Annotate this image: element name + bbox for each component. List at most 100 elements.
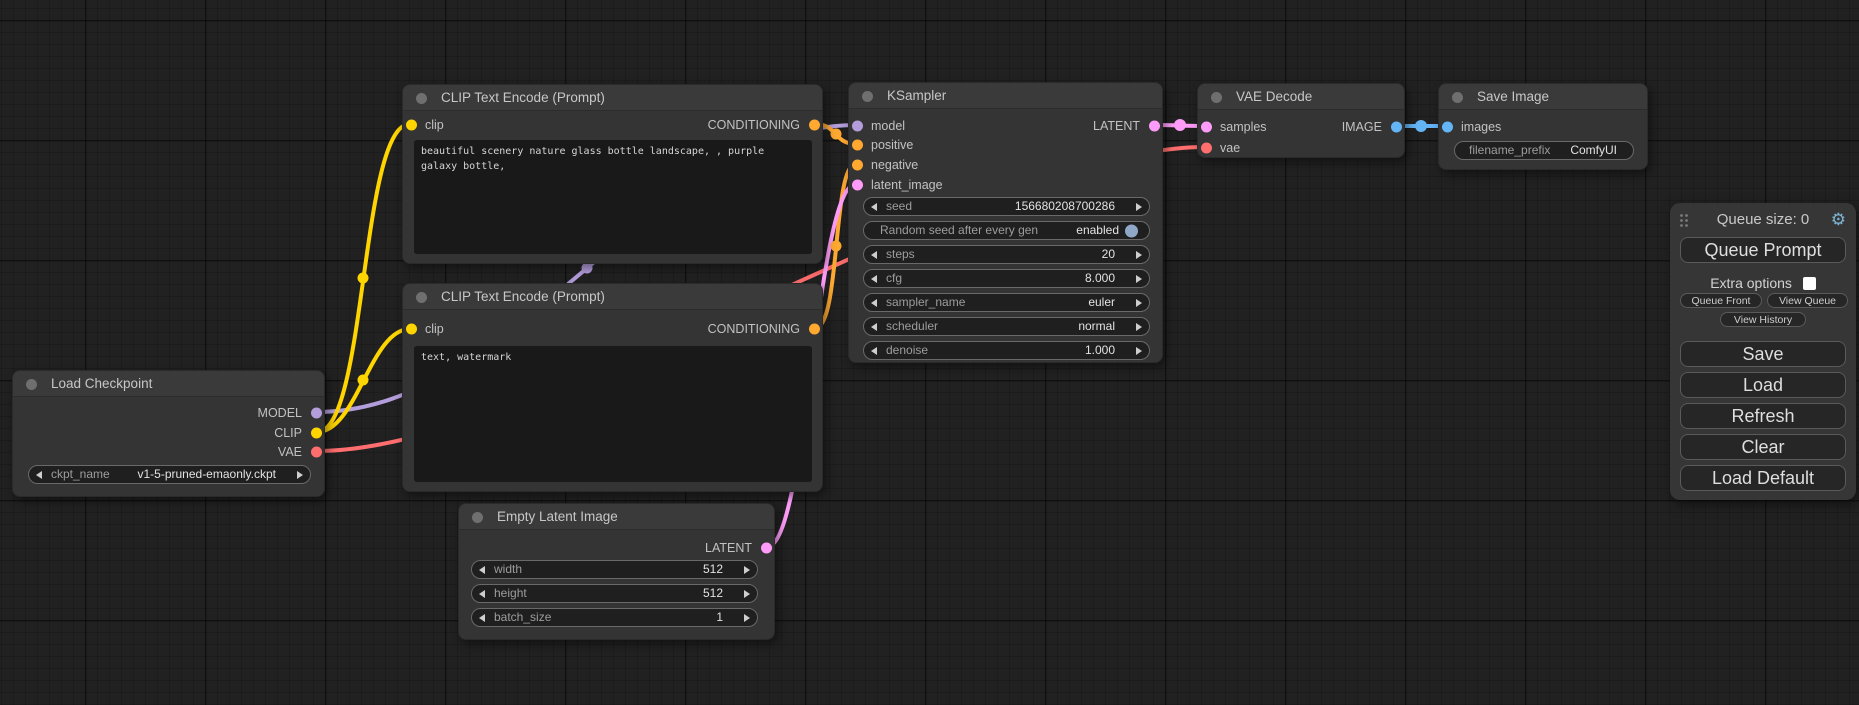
link-dot-image[interactable]: [1415, 120, 1427, 132]
widget-filename-prefix[interactable]: filename_prefix ComfyUI: [1454, 141, 1634, 160]
slot-row: clip CONDITIONING: [403, 319, 822, 339]
widget-seed[interactable]: seed 156680208700286: [863, 197, 1150, 216]
node-title-bar[interactable]: CLIP Text Encode (Prompt): [403, 85, 822, 111]
collapse-dot-icon[interactable]: [416, 292, 427, 303]
refresh-button[interactable]: Refresh: [1680, 403, 1846, 429]
node-clip-text-encode-negative[interactable]: CLIP Text Encode (Prompt) clip CONDITION…: [402, 283, 823, 492]
widget-random-seed-toggle[interactable]: Random seed after every gen enabled: [863, 221, 1150, 240]
node-title-bar[interactable]: KSampler: [849, 83, 1162, 109]
collapse-dot-icon[interactable]: [1211, 92, 1222, 103]
slot-label: clip: [425, 118, 444, 132]
collapse-dot-icon[interactable]: [472, 512, 483, 523]
widget-width[interactable]: width 512: [471, 560, 758, 579]
output-port-clip[interactable]: [311, 428, 322, 439]
widget-value: ComfyUI: [1570, 142, 1617, 159]
input-port-vae[interactable]: [1201, 143, 1212, 154]
node-title-bar[interactable]: Load Checkpoint: [13, 371, 324, 397]
link-dot-clip-positive[interactable]: [358, 273, 369, 284]
output-port-image[interactable]: [1391, 122, 1402, 133]
input-port-positive[interactable]: [852, 140, 863, 151]
node-clip-text-encode-positive[interactable]: CLIP Text Encode (Prompt) clip CONDITION…: [402, 84, 823, 264]
link-dot-latent-out[interactable]: [1174, 119, 1186, 131]
node-load-checkpoint[interactable]: Load Checkpoint MODEL CLIP VAE ckpt_name…: [12, 370, 325, 497]
widget-batch-size[interactable]: batch_size 1: [471, 608, 758, 627]
decrement-arrow-icon[interactable]: [479, 590, 485, 598]
widget-height[interactable]: height 512: [471, 584, 758, 603]
slot-label: positive: [871, 138, 913, 152]
queue-front-button[interactable]: Queue Front: [1680, 293, 1762, 308]
increment-arrow-icon[interactable]: [744, 590, 750, 598]
increment-arrow-icon[interactable]: [1136, 251, 1142, 259]
clear-button[interactable]: Clear: [1680, 434, 1846, 460]
increment-arrow-icon[interactable]: [744, 614, 750, 622]
output-port-model[interactable]: [311, 408, 322, 419]
output-port-latent[interactable]: [1149, 121, 1160, 132]
toggle-enabled-icon[interactable]: [1125, 224, 1138, 237]
increment-arrow-icon[interactable]: [297, 471, 303, 479]
extra-options-checkbox[interactable]: [1803, 277, 1816, 290]
widget-cfg[interactable]: cfg 8.000: [863, 269, 1150, 288]
output-port-conditioning[interactable]: [809, 324, 820, 335]
widget-label: batch_size: [494, 609, 551, 626]
input-port-clip[interactable]: [406, 120, 417, 131]
prompt-textarea[interactable]: beautiful scenery nature glass bottle la…: [414, 140, 812, 254]
decrement-arrow-icon[interactable]: [36, 471, 42, 479]
view-history-button[interactable]: View History: [1720, 312, 1806, 327]
decrement-arrow-icon[interactable]: [871, 251, 877, 259]
input-port-latent-image[interactable]: [852, 180, 863, 191]
widget-steps[interactable]: steps 20: [863, 245, 1150, 264]
decrement-arrow-icon[interactable]: [871, 323, 877, 331]
node-graph-canvas[interactable]: Load Checkpoint MODEL CLIP VAE ckpt_name…: [0, 0, 1859, 705]
output-port-conditioning[interactable]: [809, 120, 820, 131]
link-dot-cond-positive[interactable]: [831, 129, 842, 140]
input-port-model[interactable]: [852, 121, 863, 132]
link-dot-clip-negative[interactable]: [358, 375, 369, 386]
decrement-arrow-icon[interactable]: [871, 275, 877, 283]
node-title-bar[interactable]: CLIP Text Encode (Prompt): [403, 284, 822, 310]
node-title-bar[interactable]: Save Image: [1439, 84, 1647, 110]
output-port-latent[interactable]: [761, 543, 772, 554]
collapse-dot-icon[interactable]: [416, 93, 427, 104]
collapse-dot-icon[interactable]: [26, 379, 37, 390]
input-port-samples[interactable]: [1201, 122, 1212, 133]
input-port-images[interactable]: [1442, 122, 1453, 133]
widget-ckpt-name[interactable]: ckpt_name v1-5-pruned-emaonly.ckpt: [28, 465, 311, 484]
widget-sampler-name[interactable]: sampler_name euler: [863, 293, 1150, 312]
widget-scheduler[interactable]: scheduler normal: [863, 317, 1150, 336]
decrement-arrow-icon[interactable]: [479, 566, 485, 574]
widget-label: denoise: [886, 342, 928, 359]
link-dot-cond-negative[interactable]: [831, 241, 842, 252]
increment-arrow-icon[interactable]: [1136, 299, 1142, 307]
node-save-image[interactable]: Save Image images filename_prefix ComfyU…: [1438, 83, 1648, 170]
collapse-dot-icon[interactable]: [862, 91, 873, 102]
increment-arrow-icon[interactable]: [744, 566, 750, 574]
widget-value: 156680208700286: [1015, 198, 1115, 215]
prompt-textarea[interactable]: text, watermark: [414, 346, 812, 482]
load-button[interactable]: Load: [1680, 372, 1846, 398]
settings-gear-icon[interactable]: ⚙: [1831, 211, 1846, 229]
link-dot-model[interactable]: [582, 263, 593, 274]
node-vae-decode[interactable]: VAE Decode samples IMAGE vae: [1197, 83, 1405, 158]
widget-denoise[interactable]: denoise 1.000: [863, 341, 1150, 360]
node-title: VAE Decode: [1236, 89, 1312, 104]
increment-arrow-icon[interactable]: [1136, 347, 1142, 355]
node-title-bar[interactable]: Empty Latent Image: [459, 504, 774, 530]
increment-arrow-icon[interactable]: [1136, 275, 1142, 283]
input-port-clip[interactable]: [406, 324, 417, 335]
queue-prompt-button[interactable]: Queue Prompt: [1680, 237, 1846, 263]
decrement-arrow-icon[interactable]: [871, 347, 877, 355]
node-ksampler[interactable]: KSampler model LATENT positive negative …: [848, 82, 1163, 363]
input-port-negative[interactable]: [852, 160, 863, 171]
save-button[interactable]: Save: [1680, 341, 1846, 367]
output-port-vae[interactable]: [311, 447, 322, 458]
increment-arrow-icon[interactable]: [1136, 323, 1142, 331]
collapse-dot-icon[interactable]: [1452, 92, 1463, 103]
decrement-arrow-icon[interactable]: [871, 203, 877, 211]
node-title-bar[interactable]: VAE Decode: [1198, 84, 1404, 110]
decrement-arrow-icon[interactable]: [479, 614, 485, 622]
node-empty-latent-image[interactable]: Empty Latent Image LATENT width 512 heig…: [458, 503, 775, 640]
decrement-arrow-icon[interactable]: [871, 299, 877, 307]
increment-arrow-icon[interactable]: [1136, 203, 1142, 211]
load-default-button[interactable]: Load Default: [1680, 465, 1846, 491]
view-queue-button[interactable]: View Queue: [1767, 293, 1848, 308]
